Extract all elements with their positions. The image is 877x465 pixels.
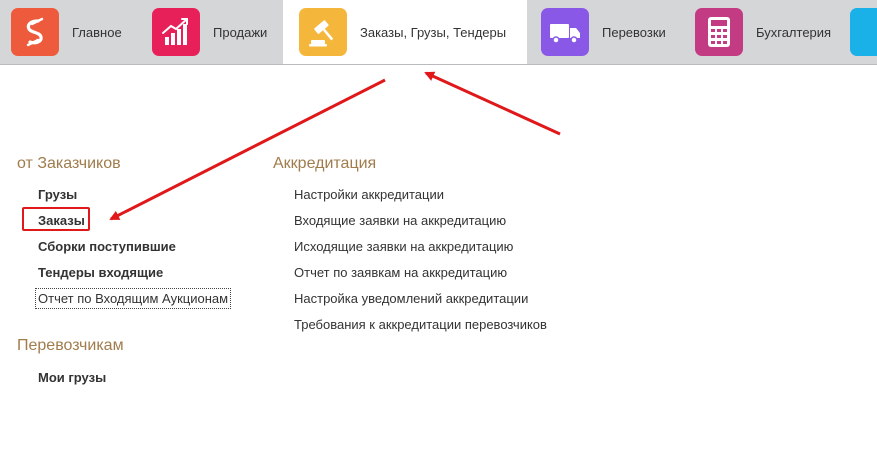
percent-s-icon xyxy=(11,8,59,56)
annotation-arrow-to-tab xyxy=(424,71,561,136)
link-incoming-accreditation-requests[interactable]: Входящие заявки на аккредитацию xyxy=(294,213,506,228)
section-label: Бухгалтерия xyxy=(756,24,832,40)
section-tab-main[interactable]: Главное xyxy=(0,0,141,64)
chart-growth-icon xyxy=(152,8,200,56)
link-cargo[interactable]: Грузы xyxy=(38,187,77,202)
gavel-icon xyxy=(299,8,347,56)
group-title-accreditation: Аккредитация xyxy=(273,155,377,172)
link-accreditation-notification-settings[interactable]: Настройка уведомлений аккредитации xyxy=(294,291,528,306)
link-incoming-auctions-report[interactable]: Отчет по Входящим Аукционам xyxy=(34,288,232,309)
link-carrier-accreditation-requirements[interactable]: Требования к аккредитации перевозчиков xyxy=(294,317,547,332)
link-my-cargo[interactable]: Мои грузы xyxy=(38,370,106,385)
section-label: Перевозки xyxy=(602,24,666,40)
link-accreditation-settings[interactable]: Настройки аккредитации xyxy=(294,187,444,202)
group-title-customers: от Заказчиков xyxy=(17,155,121,172)
calculator-icon xyxy=(695,8,743,56)
section-label: Продажи xyxy=(213,24,268,40)
section-label: Заказы, Грузы, Тендеры xyxy=(360,24,507,40)
link-assemblies-received[interactable]: Сборки поступившие xyxy=(38,239,176,254)
link-outgoing-accreditation-requests[interactable]: Исходящие заявки на аккредитацию xyxy=(294,239,513,254)
link-incoming-tenders[interactable]: Тендеры входящие xyxy=(38,265,163,280)
section-panel: Главное Продажи Заказы, Грузы, Тендеры П… xyxy=(0,0,877,65)
truck-icon xyxy=(541,8,589,56)
section-tab-sales[interactable]: Продажи xyxy=(141,0,283,64)
group-title-carriers: Перевозчикам xyxy=(17,337,124,354)
partial-icon xyxy=(850,8,877,56)
link-accreditation-requests-report[interactable]: Отчет по заявкам на аккредитацию xyxy=(294,265,507,280)
section-label: Главное xyxy=(72,24,122,40)
section-tab-orders[interactable]: Заказы, Грузы, Тендеры xyxy=(283,0,527,64)
link-orders[interactable]: Заказы xyxy=(38,213,85,228)
section-tab-transport[interactable]: Перевозки xyxy=(527,0,684,64)
section-tab-accounting[interactable]: Бухгалтерия xyxy=(684,0,850,64)
section-tab-next[interactable] xyxy=(850,0,877,64)
annotation-arrows xyxy=(109,71,561,221)
